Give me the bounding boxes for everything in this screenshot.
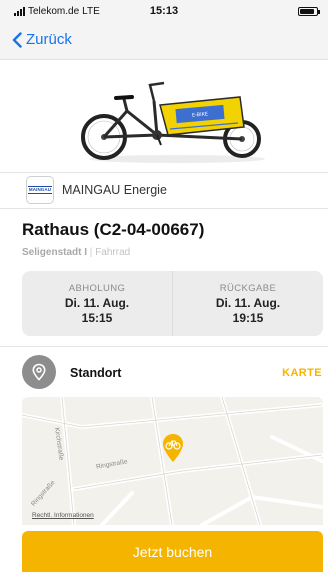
divider — [0, 208, 328, 209]
provider-name: MAINGAU Energie — [62, 183, 167, 197]
bicycle-marker-icon[interactable] — [161, 433, 185, 463]
legal-info-link[interactable]: Rechtl. Informationen — [32, 512, 94, 519]
vehicle-type: Fahrrad — [95, 247, 131, 258]
chevron-left-icon — [12, 31, 22, 48]
navigation-bar: Zurück — [0, 24, 328, 60]
provider-logo: MAINGAU — [26, 176, 54, 204]
return-date: Di. 11. Aug. — [215, 296, 281, 310]
return-time: 19:15 — [232, 311, 264, 325]
station-title: Rathaus (C2-04-00667) — [22, 220, 205, 239]
status-bar: Telekom.de LTE 15:13 — [0, 0, 328, 24]
location-row: Standort KARTE — [0, 352, 328, 392]
book-now-button[interactable]: Jetzt buchen — [22, 531, 323, 572]
location-map[interactable]: Kirchstraße Ringstraße Ringstraße Rechtl… — [22, 397, 323, 525]
provider-logo-text: MAINGAU — [27, 186, 53, 194]
station-subtitle: Seligenstadt I | Fahrrad — [22, 247, 130, 258]
location-label: Standort — [70, 366, 122, 380]
pickup-label: ABHOLUNG — [68, 283, 126, 294]
location-pin-icon — [22, 355, 56, 389]
battery-level — [300, 9, 315, 14]
station-city: Seligenstadt I — [22, 247, 88, 258]
map-link[interactable]: KARTE — [282, 367, 322, 379]
pickup-time-block[interactable]: ABHOLUNG Di. 11. Aug. 15:15 — [22, 271, 172, 336]
subtitle-separator: | — [89, 247, 93, 258]
divider — [0, 346, 328, 347]
pickup-date: Di. 11. Aug. — [64, 296, 130, 310]
return-label: RÜCKGABE — [219, 283, 277, 294]
vehicle-image-area: E-BIKE — [0, 61, 328, 173]
booking-times: ABHOLUNG Di. 11. Aug. 15:15 RÜCKGABE Di.… — [22, 271, 323, 336]
cargo-bike-image: E-BIKE — [81, 81, 265, 163]
return-time-block[interactable]: RÜCKGABE Di. 11. Aug. 19:15 — [172, 271, 323, 336]
back-button[interactable]: Zurück — [12, 31, 72, 48]
battery-icon — [298, 7, 320, 16]
provider-row: MAINGAU MAINGAU Energie — [0, 173, 328, 207]
status-time: 15:13 — [149, 5, 179, 17]
pickup-time: 15:15 — [81, 311, 113, 325]
back-label: Zurück — [26, 31, 72, 48]
